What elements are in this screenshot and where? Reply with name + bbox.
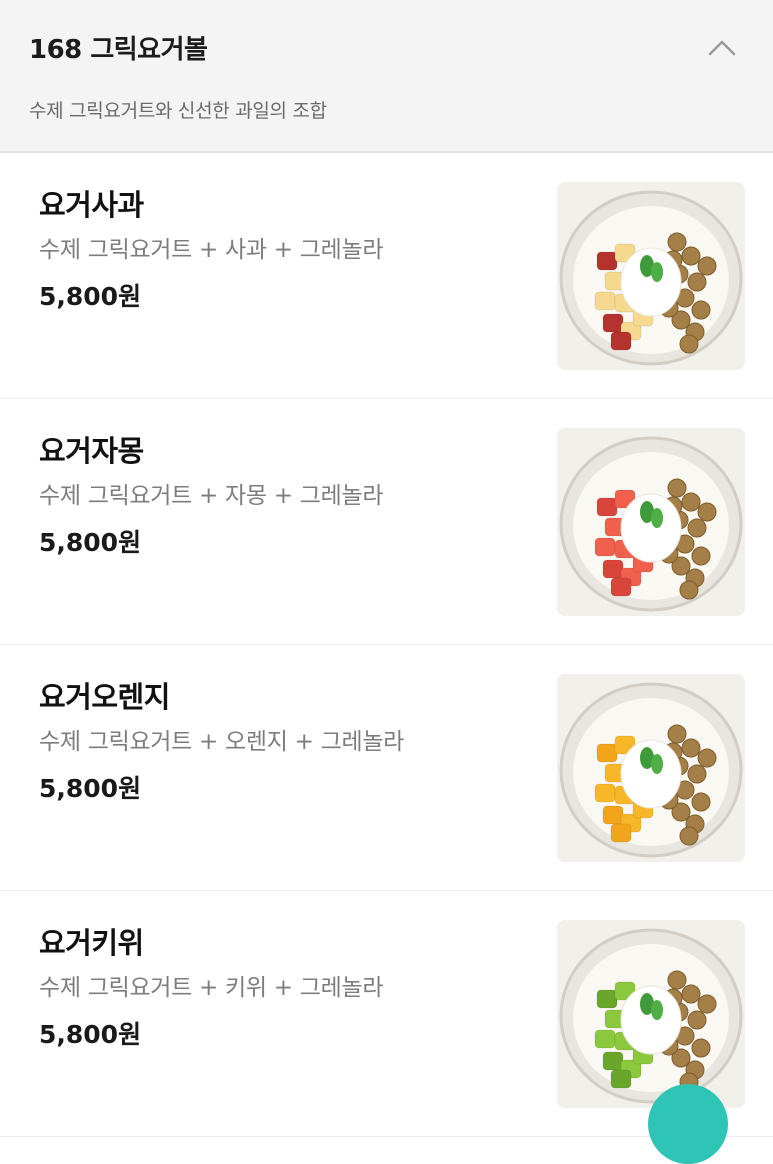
item-description: 수제 그릭요거트 + 자몽 + 그레놀라: [39, 483, 384, 509]
item-price: 5,800원: [39, 774, 142, 803]
item-price: 5,800원: [39, 1020, 142, 1049]
menu-item-yogurt-orange[interactable]: 요거오렌지 수제 그릭요거트 + 오렌지 + 그레놀라 5,800원: [0, 645, 773, 891]
menu-item-yogurt-apple[interactable]: 요거사과 수제 그릭요거트 + 사과 + 그레놀라 5,800원: [0, 153, 773, 399]
item-photo-yogurt-bowl[interactable]: [557, 182, 745, 370]
item-name: 요거사과: [39, 188, 144, 222]
section-description: 수제 그릭요거트와 신선한 과일의 조합: [29, 100, 327, 122]
menu-section-header[interactable]: 168 그릭요거볼 수제 그릭요거트와 신선한 과일의 조합: [0, 0, 773, 153]
item-photo-yogurt-bowl[interactable]: [557, 674, 745, 862]
item-name: 요거키위: [39, 926, 144, 960]
menu-item-yogurt-grapefruit[interactable]: 요거자몽 수제 그릭요거트 + 자몽 + 그레놀라 5,800원: [0, 399, 773, 645]
item-photo-yogurt-bowl[interactable]: [557, 428, 745, 616]
item-price: 5,800원: [39, 282, 142, 311]
item-description: 수제 그릭요거트 + 사과 + 그레놀라: [39, 237, 384, 263]
item-name: 요거자몽: [39, 434, 144, 468]
item-photo-yogurt-bowl[interactable]: [557, 920, 745, 1108]
section-title: 168 그릭요거볼: [29, 35, 208, 65]
floating-action-button[interactable]: [648, 1084, 728, 1164]
menu-item-list: 요거사과 수제 그릭요거트 + 사과 + 그레놀라 5,800원 요거자몽 수제…: [0, 153, 773, 1137]
item-description: 수제 그릭요거트 + 오렌지 + 그레놀라: [39, 729, 405, 755]
chevron-up-icon[interactable]: [700, 28, 744, 68]
item-price: 5,800원: [39, 528, 142, 557]
item-description: 수제 그릭요거트 + 키위 + 그레놀라: [39, 975, 384, 1001]
item-name: 요거오렌지: [39, 680, 170, 714]
